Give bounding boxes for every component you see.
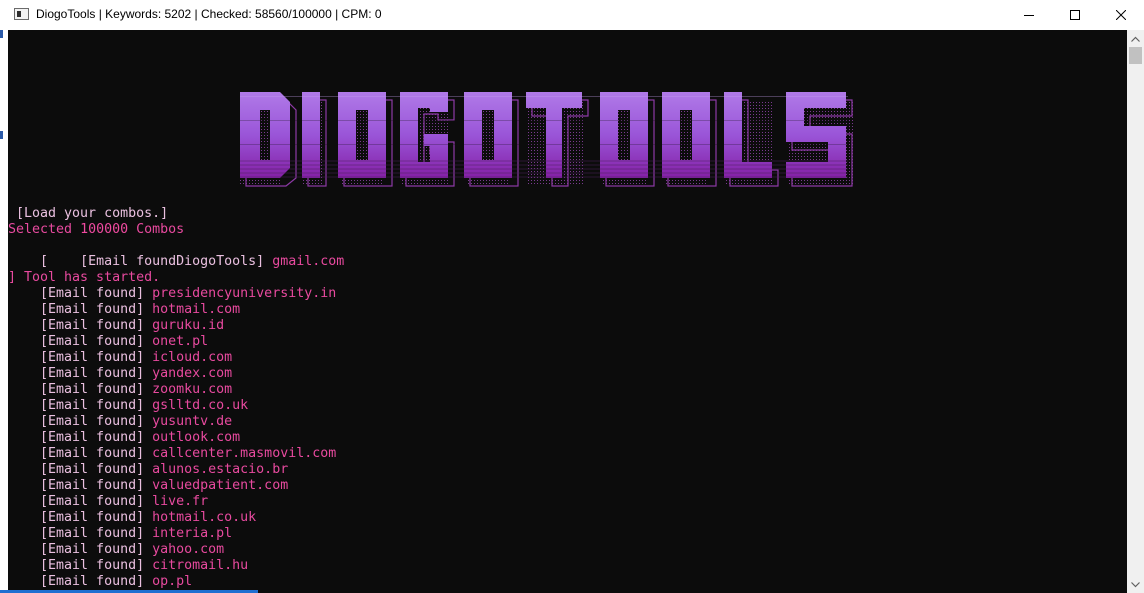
- window-title: DiogoTools | Keywords: 5202 | Checked: 5…: [36, 7, 382, 21]
- glitch-domain: gmail.com: [272, 254, 345, 269]
- console-output[interactable]: [Load your combos.] Selected 100000 Comb…: [8, 30, 1127, 593]
- glitch-label: [Email foundDiogoTools]: [80, 254, 273, 269]
- email-found-domain: citromail.hu: [152, 558, 249, 573]
- email-found-line: [Email found] onet.pl: [8, 334, 208, 350]
- email-found-line: [Email found] hotmail.co.uk: [8, 510, 256, 526]
- selected-suffix: Combos: [128, 222, 185, 237]
- load-combos-prompt: [Load your combos.]: [8, 206, 169, 221]
- email-found-line: [Email found] outlook.com: [8, 430, 240, 446]
- email-found-label: [Email found]: [8, 478, 153, 493]
- maximize-icon: [1070, 10, 1080, 20]
- close-icon: [1116, 10, 1126, 20]
- vertical-scrollbar[interactable]: [1127, 30, 1144, 593]
- email-found-domain: icloud.com: [152, 350, 233, 365]
- console-app-icon[interactable]: [14, 8, 29, 20]
- email-found-domain: yusuntv.de: [152, 414, 233, 429]
- minimize-button[interactable]: [1006, 0, 1052, 30]
- email-found-line: [Email found] callcenter.masmovil.com: [8, 446, 336, 462]
- email-found-label: [Email found]: [8, 462, 153, 477]
- window-left-edge: [0, 30, 8, 593]
- email-found-domain: hotmail.co.uk: [152, 510, 257, 525]
- email-found-label: [Email found]: [8, 542, 153, 557]
- email-found-line: [Email found] yahoo.com: [8, 542, 224, 558]
- close-button[interactable]: [1098, 0, 1144, 30]
- email-found-domain: interia.pl: [152, 526, 233, 541]
- email-found-line: [Email found] alunos.estacio.br: [8, 462, 288, 478]
- email-found-domain: op.pl: [152, 574, 193, 589]
- email-found-line: [Email found] live.fr: [8, 494, 208, 510]
- console-text: [Load your combos.] Selected 100000 Comb…: [8, 30, 344, 589]
- email-found-domain: alunos.estacio.br: [152, 462, 289, 477]
- email-found-label: [Email found]: [8, 398, 153, 413]
- email-found-domain: live.fr: [152, 494, 209, 509]
- email-found-domain: presidencyuniversity.in: [152, 286, 337, 301]
- email-found-domain: callcenter.masmovil.com: [152, 446, 337, 461]
- email-found-label: [Email found]: [8, 558, 153, 573]
- email-found-domain: valuedpatient.com: [152, 478, 289, 493]
- title-bar[interactable]: DiogoTools | Keywords: 5202 | Checked: 5…: [0, 0, 1144, 30]
- email-found-line: [Email found] zoomku.com: [8, 382, 232, 398]
- email-found-label: [Email found]: [8, 350, 153, 365]
- email-found-label: [Email found]: [8, 494, 153, 509]
- email-found-line: [Email found] presidencyuniversity.in: [8, 286, 336, 302]
- edge-marker: [0, 131, 3, 139]
- email-found-domain: gslltd.co.uk: [152, 398, 249, 413]
- diogotools-banner-logo: [240, 92, 854, 187]
- email-found-label: [Email found]: [8, 526, 153, 541]
- email-found-domain: yandex.com: [152, 366, 233, 381]
- email-found-line: [Email found] guruku.id: [8, 318, 224, 334]
- selected-combos-line: Selected 100000 Combos: [8, 222, 184, 238]
- email-found-label: [Email found]: [8, 286, 153, 301]
- scroll-down-button[interactable]: [1127, 576, 1144, 593]
- selected-prefix: Selected: [8, 222, 81, 237]
- email-found-label: [Email found]: [8, 446, 153, 461]
- chevron-down-icon: [1131, 581, 1140, 587]
- tool-started-line: ] Tool has started.: [8, 270, 161, 285]
- email-found-line: [Email found] icloud.com: [8, 350, 232, 366]
- email-found-line: [Email found] yandex.com: [8, 366, 232, 382]
- glitch-bracket: [: [8, 254, 81, 269]
- glitch-email-line: [ [Email foundDiogoTools] gmail.com: [8, 254, 344, 270]
- email-found-label: [Email found]: [8, 430, 153, 445]
- email-found-label: [Email found]: [8, 334, 153, 349]
- email-found-label: [Email found]: [8, 414, 153, 429]
- email-found-label: [Email found]: [8, 318, 153, 333]
- email-found-domain: outlook.com: [152, 430, 241, 445]
- email-found-line: [Email found] yusuntv.de: [8, 414, 232, 430]
- email-found-label: [Email found]: [8, 302, 153, 317]
- email-found-domain: onet.pl: [152, 334, 209, 349]
- email-found-label: [Email found]: [8, 366, 153, 381]
- email-found-line: [Email found] op.pl: [8, 574, 192, 590]
- chevron-up-icon: [1131, 36, 1140, 42]
- email-found-line: [Email found] citromail.hu: [8, 558, 248, 574]
- maximize-button[interactable]: [1052, 0, 1098, 30]
- email-found-line: [Email found] interia.pl: [8, 526, 232, 542]
- selected-count: 100000: [80, 222, 129, 237]
- email-found-line: [Email found] hotmail.com: [8, 302, 240, 318]
- email-found-domain: hotmail.com: [152, 302, 241, 317]
- email-found-label: [Email found]: [8, 382, 153, 397]
- email-found-domain: yahoo.com: [152, 542, 225, 557]
- email-found-line: [Email found] gslltd.co.uk: [8, 398, 248, 414]
- email-found-label: [Email found]: [8, 574, 153, 589]
- scrollbar-thumb[interactable]: [1129, 47, 1142, 64]
- minimize-icon: [1024, 15, 1034, 16]
- email-found-line: [Email found] valuedpatient.com: [8, 478, 288, 494]
- email-found-domain: zoomku.com: [152, 382, 233, 397]
- email-found-label: [Email found]: [8, 510, 153, 525]
- email-found-domain: guruku.id: [152, 318, 225, 333]
- edge-marker: [0, 30, 3, 38]
- scroll-up-button[interactable]: [1127, 30, 1144, 47]
